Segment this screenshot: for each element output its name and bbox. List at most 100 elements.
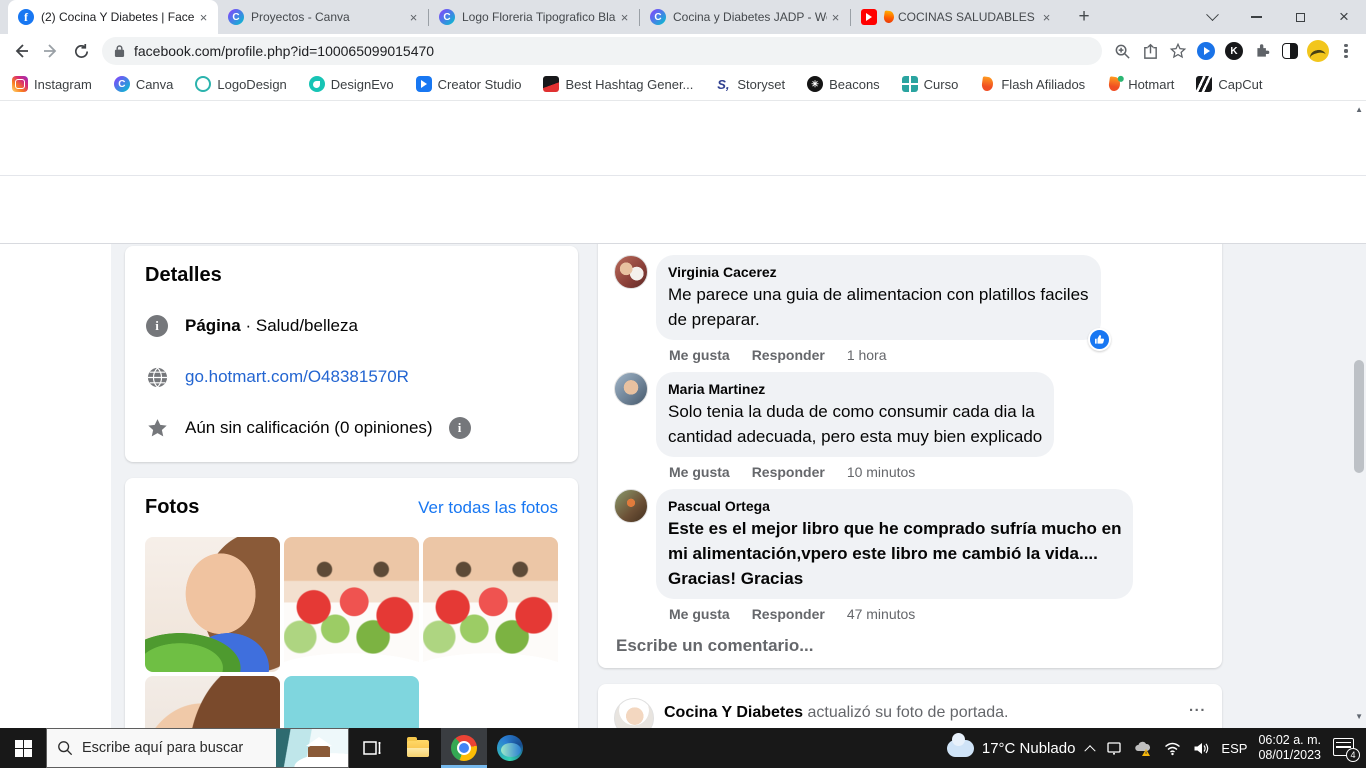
scrollbar-thumb[interactable] — [1354, 360, 1364, 473]
bookmark-canva[interactable]: CCanva — [114, 76, 174, 92]
bookmark-star-icon[interactable] — [1164, 37, 1192, 65]
bookmark-curso[interactable]: Curso — [902, 76, 959, 92]
clock[interactable]: 06:02 a. m. 08/01/2023 — [1258, 733, 1321, 763]
bookmark-capcut[interactable]: CapCut — [1196, 76, 1262, 92]
comment-text: Me parece una guia de alimentacion con p… — [668, 282, 1089, 332]
post-author[interactable]: Cocina Y Diabetes — [664, 704, 803, 721]
tab-title: Proyectos - Canva — [251, 10, 405, 24]
comment-timestamp[interactable]: 1 hora — [847, 347, 887, 363]
website-link[interactable]: go.hotmart.com/O48381570R — [185, 367, 409, 387]
onedrive-warning-icon[interactable] — [1134, 739, 1152, 757]
extension-video-icon[interactable] — [1192, 37, 1220, 65]
tab-canva-cocina-diabetes[interactable]: Cocina y Diabetes JADP - We × — [640, 0, 850, 34]
tab-facebook[interactable]: (2) Cocina Y Diabetes | Faceb × — [8, 0, 218, 34]
show-hidden-icons-chevron[interactable] — [1085, 745, 1096, 756]
taskbar-search-box[interactable]: Escribe aquí para buscar — [46, 728, 349, 768]
see-all-photos-link[interactable]: Ver todas las fotos — [418, 498, 558, 518]
tab-close-icon[interactable]: × — [405, 9, 422, 26]
commenter-avatar[interactable] — [614, 489, 648, 523]
photo-thumbnail[interactable] — [423, 537, 558, 672]
comment-input[interactable]: Escribe un comentario... — [616, 636, 1206, 656]
post-more-button[interactable]: ... — [1189, 698, 1206, 715]
facebook-favicon-icon — [18, 9, 34, 25]
like-button[interactable]: Me gusta — [669, 347, 730, 363]
reply-button[interactable]: Responder — [752, 606, 825, 622]
comment-author[interactable]: Pascual Ortega — [668, 497, 1121, 516]
weather-text: 17°C Nublado — [982, 740, 1076, 757]
browser-profile-avatar[interactable] — [1304, 37, 1332, 65]
tab-close-icon[interactable]: × — [827, 9, 844, 26]
photo-thumbnail[interactable] — [284, 676, 419, 728]
rating-info-icon[interactable]: i — [449, 417, 471, 439]
commenter-avatar[interactable] — [614, 255, 648, 289]
share-icon[interactable] — [1136, 37, 1164, 65]
commenter-avatar[interactable] — [614, 372, 648, 406]
forward-button[interactable] — [36, 36, 66, 66]
photo-thumbnail[interactable] — [145, 676, 280, 728]
photo-thumbnail[interactable] — [145, 537, 280, 672]
info-icon: i — [145, 314, 169, 338]
hashtag-icon — [543, 76, 559, 92]
scrollbar-up-arrow[interactable]: ▲ — [1355, 105, 1363, 114]
address-bar[interactable]: facebook.com/profile.php?id=100065099015… — [102, 37, 1102, 65]
chrome-menu-icon[interactable] — [1332, 37, 1360, 65]
tab-canva-logo-floreria[interactable]: Logo Floreria Tipografico Bla × — [429, 0, 639, 34]
tab-youtube-cocinas[interactable]: COCINAS SALUDABLES pa × — [851, 0, 1061, 34]
bookmark-creator-studio[interactable]: Creator Studio — [416, 76, 522, 92]
globe-icon — [145, 365, 169, 389]
tab-close-icon[interactable]: × — [1038, 9, 1055, 26]
comment-author[interactable]: Virginia Cacerez — [668, 263, 1089, 282]
bookmark-beacons[interactable]: ✳Beacons — [807, 76, 880, 92]
post-action-text: actualizó su foto de portada. — [803, 704, 1008, 721]
search-icon — [57, 740, 73, 756]
clock-date: 08/01/2023 — [1258, 748, 1321, 763]
language-indicator[interactable]: ESP — [1221, 741, 1247, 756]
bookmark-storyset[interactable]: S,Storyset — [715, 76, 785, 92]
weather-widget[interactable]: 17°C Nublado — [947, 740, 1076, 757]
wifi-icon[interactable] — [1163, 739, 1181, 757]
restore-window-button[interactable] — [1278, 0, 1322, 34]
bookmark-best-hashtag[interactable]: Best Hashtag Gener... — [543, 76, 693, 92]
extensions-puzzle-icon[interactable] — [1248, 37, 1276, 65]
bookmark-instagram[interactable]: Instagram — [12, 76, 92, 92]
edge-button[interactable] — [487, 728, 533, 768]
action-center-button[interactable]: 4 — [1332, 737, 1356, 759]
bookmark-hotmart[interactable]: Hotmart — [1107, 77, 1174, 92]
reply-button[interactable]: Responder — [752, 347, 825, 363]
like-button[interactable]: Me gusta — [669, 464, 730, 480]
tab-search-caret-icon[interactable] — [1190, 0, 1234, 34]
volume-icon[interactable] — [1192, 739, 1210, 757]
close-window-button[interactable]: × — [1322, 0, 1366, 34]
file-explorer-button[interactable] — [395, 728, 441, 768]
tab-canva-proyectos[interactable]: Proyectos - Canva × — [218, 0, 428, 34]
reply-button[interactable]: Responder — [752, 464, 825, 480]
search-highlight-art[interactable] — [276, 729, 348, 767]
reload-button[interactable] — [66, 36, 96, 66]
like-reaction-badge[interactable] — [1088, 328, 1111, 351]
wireless-display-icon[interactable] — [1105, 739, 1123, 757]
left-gutter — [0, 244, 111, 728]
photo-thumbnail[interactable] — [284, 537, 419, 672]
bookmark-flash-afiliados[interactable]: Flash Afiliados — [980, 77, 1085, 92]
zoom-icon[interactable] — [1108, 37, 1136, 65]
start-button[interactable] — [0, 728, 46, 768]
comment-timestamp[interactable]: 47 minutos — [847, 606, 915, 622]
extension-darkmode-icon[interactable] — [1276, 37, 1304, 65]
bookmark-designevo[interactable]: DesignEvo — [309, 76, 394, 92]
new-tab-button[interactable]: + — [1070, 3, 1098, 31]
post-author-avatar[interactable] — [614, 698, 654, 728]
comment-timestamp[interactable]: 10 minutos — [847, 464, 915, 480]
like-button[interactable]: Me gusta — [669, 606, 730, 622]
clipped-previous-row: — — — — — — [614, 244, 1206, 246]
tab-close-icon[interactable]: × — [616, 9, 633, 26]
chrome-button[interactable] — [441, 728, 487, 768]
back-button[interactable] — [6, 36, 36, 66]
extension-k-icon[interactable]: K — [1220, 37, 1248, 65]
task-view-button[interactable] — [349, 728, 395, 768]
bookmark-logodesign[interactable]: LogoDesign — [195, 76, 286, 92]
windows-taskbar: Escribe aquí para buscar 17°C Nublado ES… — [0, 728, 1366, 768]
comment-author[interactable]: Maria Martinez — [668, 380, 1042, 399]
tab-close-icon[interactable]: × — [195, 9, 212, 26]
scrollbar-down-arrow[interactable]: ▼ — [1355, 712, 1363, 721]
minimize-button[interactable] — [1234, 0, 1278, 34]
